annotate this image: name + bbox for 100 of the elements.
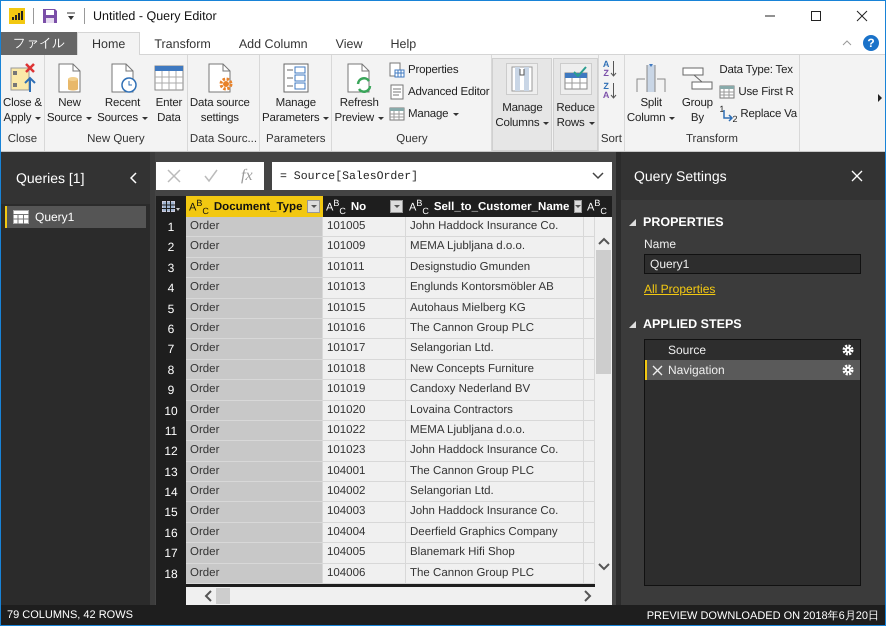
table-cell: 101011 — [323, 258, 406, 278]
column-header[interactable]: A$^{B}$$_{C}$ Sell_to_Customer_Name — [406, 196, 584, 217]
ribbon-button[interactable]: Use First R — [717, 81, 799, 103]
row-number: 7 — [166, 341, 176, 358]
row-number: 9 — [166, 382, 176, 400]
expander-icon — [629, 320, 636, 328]
table-cell: The Cannon Group PLC — [406, 564, 584, 584]
ribbon-button[interactable]: Split Column — [624, 58, 678, 128]
table-cell: Order — [186, 217, 323, 238]
row-number: 17 — [163, 545, 179, 562]
table-cell: Order — [186, 420, 323, 442]
table-cell: Order — [186, 298, 323, 319]
chevron-left-icon — [130, 172, 138, 184]
name-field[interactable]: Query1 — [644, 254, 861, 274]
table-cell: The Cannon Group PLC — [406, 462, 584, 482]
scroll-left-icon — [204, 590, 212, 602]
table-cell: Order — [186, 339, 323, 360]
group-label: Transform — [686, 133, 738, 145]
cancel-icon — [167, 169, 182, 183]
table-cell: John Haddock Insurance Co. — [406, 502, 584, 523]
column-header[interactable]: A$^{B}$$_{C}$ No — [323, 196, 406, 217]
table-cell: Order — [186, 543, 323, 564]
table-cell: Order — [186, 258, 323, 278]
table-cell: 101009 — [323, 237, 406, 258]
scroll-right-icon — [584, 590, 592, 602]
step-item[interactable]: Source — [645, 340, 860, 360]
all-properties-link[interactable]: All Properties — [644, 282, 716, 296]
ribbon-button[interactable]: Advanced Editor — [387, 81, 492, 103]
ribbon-tab[interactable]: Help — [376, 32, 430, 55]
table-cell: Order — [186, 441, 323, 462]
ribbon-button[interactable]: Reduce Rows — [553, 58, 598, 151]
ribbon-button[interactable]: Properties — [387, 59, 492, 81]
table-cell: 101019 — [323, 380, 406, 401]
window-title: Untitled - Query Editor — [93, 9, 217, 23]
section-heading: PROPERTIES — [643, 215, 724, 229]
file-tab[interactable]: ファイル — [1, 32, 77, 55]
row-number: 18 — [163, 566, 179, 583]
scroll-thumb[interactable] — [216, 588, 230, 604]
ribbon-button[interactable]: Refresh Preview — [332, 58, 386, 128]
row-number: 5 — [166, 300, 176, 318]
ribbon-button[interactable]: Manage Columns — [492, 58, 552, 151]
ribbon-button[interactable]: Enter Data — [150, 58, 187, 128]
ribbon-tab[interactable]: Home — [77, 32, 140, 55]
ribbon-tab[interactable]: Add Column — [224, 32, 322, 55]
panel-title: Queries [1] — [16, 170, 84, 186]
ribbon-button[interactable]: New Source — [44, 58, 94, 128]
ribbon-button[interactable]: Close & Apply — [1, 58, 44, 128]
table-cell: 101022 — [323, 420, 406, 442]
editor-icon — [389, 84, 405, 100]
properties-icon — [389, 62, 405, 78]
table-cell: Order — [186, 522, 323, 544]
table-icon — [162, 200, 180, 212]
sort-button[interactable]: A Z — [602, 60, 618, 78]
group-label: Query — [396, 133, 428, 145]
sort-button[interactable]: Z A — [602, 82, 618, 100]
row-number: 6 — [166, 320, 176, 338]
check-icon — [204, 169, 218, 183]
ribbon-button[interactable]: Data source settings — [188, 58, 252, 128]
query-item[interactable]: Query1 — [5, 206, 146, 228]
ribbon-button[interactable]: Manage — [387, 103, 492, 125]
ribbon-button[interactable]: Group By — [678, 58, 716, 128]
row-number: 15 — [163, 504, 179, 522]
ribbon-tab[interactable]: Transform — [140, 32, 225, 55]
formula-field[interactable]: = Source[SalesOrder] — [272, 162, 612, 190]
scroll-down-icon — [598, 563, 610, 571]
table-cell: 101020 — [323, 400, 406, 421]
ribbon-button[interactable]: 1 2 Replace Va — [717, 103, 799, 125]
filter-button[interactable] — [307, 200, 320, 213]
step-item[interactable]: Navigation — [645, 360, 860, 380]
ribbon-button[interactable]: Recent Sources — [95, 58, 150, 128]
table-cell: Order — [186, 564, 323, 584]
ribbon-button[interactable]: Data Type: Tex — [717, 59, 799, 81]
column-header[interactable]: A$^{B}$$_{C}$ Document_Type — [186, 196, 323, 217]
maximize-icon — [810, 10, 822, 22]
table-cell: MEMA Ljubljana d.o.o. — [406, 420, 584, 442]
ribbon-tab[interactable]: View — [322, 32, 377, 55]
section-heading: APPLIED STEPS — [643, 317, 742, 331]
status-text: 79 COLUMNS, 42 ROWS — [7, 609, 133, 621]
table-cell: 101016 — [323, 318, 406, 340]
down-arrow-icon — [610, 60, 618, 78]
row-number: 13 — [163, 464, 179, 481]
table-cell: 104003 — [323, 502, 406, 523]
table-cell: Order — [186, 462, 323, 482]
table-cell: 101018 — [323, 360, 406, 380]
row-number: 16 — [163, 524, 179, 542]
help-button[interactable]: ? — [863, 34, 879, 50]
table-cell: Autohaus Mielberg KG — [406, 298, 584, 319]
scroll-thumb[interactable] — [596, 250, 611, 374]
horizontal-scrollbar[interactable] — [186, 587, 612, 605]
row-number: 3 — [166, 260, 176, 277]
table-cell: Order — [186, 360, 323, 380]
row-number: 11 — [164, 422, 178, 440]
table-cell: Order — [186, 318, 323, 340]
table-cell: Lovaina Contractors — [406, 400, 584, 421]
ribbon-button[interactable]: Manage Parameters — [260, 58, 332, 128]
filter-button[interactable] — [574, 200, 582, 213]
filter-button[interactable] — [390, 200, 403, 213]
table-cell: Order — [186, 380, 323, 401]
table-cell: John Haddock Insurance Co. — [406, 441, 584, 462]
vertical-scrollbar[interactable] — [595, 217, 612, 587]
